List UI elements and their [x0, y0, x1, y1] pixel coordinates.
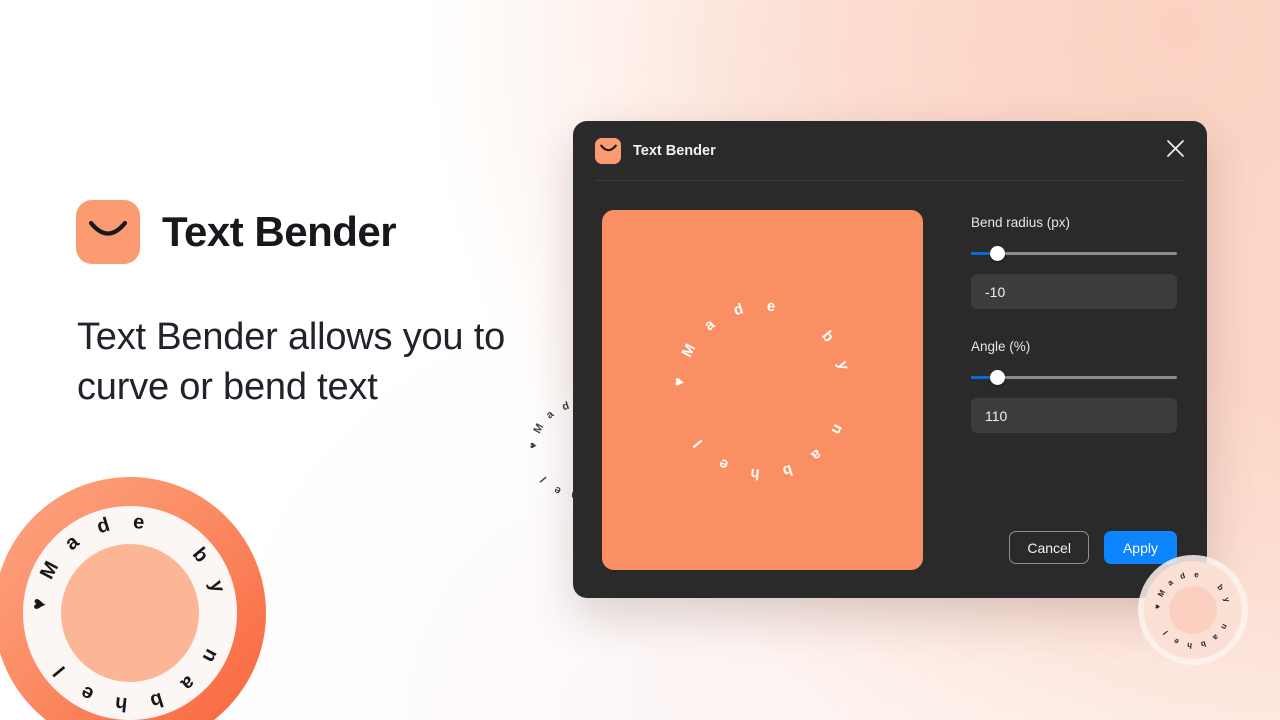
close-button[interactable]	[1159, 135, 1191, 167]
ring-letter: y	[833, 358, 853, 372]
close-icon	[1166, 139, 1185, 163]
apply-button[interactable]: Apply	[1103, 531, 1177, 564]
ring-letter: M	[1156, 588, 1168, 599]
app-logo	[76, 200, 140, 264]
ring-letter: b	[1215, 582, 1226, 593]
ring-letter: e	[1172, 636, 1181, 647]
bend-radius-input[interactable]: -10	[971, 274, 1177, 309]
ring-letter: l	[689, 436, 706, 451]
dialog-footer: Cancel Apply	[1009, 531, 1177, 564]
decorative-badge-small: Ma d e b y n a b h e l ♥	[1144, 561, 1242, 659]
ring-letter: l	[1161, 628, 1170, 637]
dialog-app-logo	[595, 137, 621, 164]
ring-letter: M	[677, 341, 699, 361]
ring-letter: b	[780, 460, 794, 480]
cancel-button[interactable]: Cancel	[1009, 531, 1089, 564]
angle-slider[interactable]	[971, 369, 1177, 385]
curved-text-preview: Ma d e b y n a b h e l ♥	[670, 297, 853, 483]
ring-letter: y	[1221, 596, 1232, 604]
ring-letter: ♥	[669, 376, 688, 388]
ring-letter: l	[538, 473, 550, 484]
text-bender-dialog: Text Bender Ma d e b y n a b h e l ♥ Bend radius (p…	[573, 121, 1207, 598]
dialog-title-group: Text Bender	[595, 137, 716, 164]
ring-letter: h	[114, 692, 129, 716]
ring-letter: e	[1193, 569, 1200, 580]
ring-letter: n	[1219, 622, 1230, 631]
angle-input[interactable]: 110	[971, 398, 1177, 433]
ring-letter: h	[749, 464, 760, 483]
ring-letter: M	[531, 421, 547, 436]
brand-lockup: Text Bender	[76, 200, 397, 264]
ring-letter: b	[817, 327, 837, 346]
promo-canvas: Text Bender Text Bender allows you to cu…	[0, 0, 1280, 720]
badge-large-core	[61, 544, 199, 682]
preview-canvas[interactable]: Ma d e b y n a b h e l ♥	[602, 210, 923, 570]
ring-letter: a	[807, 445, 825, 465]
slider-thumb[interactable]	[990, 246, 1006, 261]
ring-letter: e	[765, 297, 776, 316]
ring-letter: ♥	[1152, 603, 1163, 610]
tagline: Text Bender allows you to curve or bend …	[77, 316, 506, 409]
ring-letter: n	[827, 421, 847, 438]
ring-letter: a	[700, 315, 718, 335]
ring-letter: b	[1199, 638, 1208, 649]
ring-letter: ♥	[527, 441, 540, 450]
ring-letter: a	[1211, 632, 1221, 643]
ring-letter: ♥	[27, 597, 51, 612]
angle-label: Angle (%)	[971, 339, 1031, 354]
ring-letter: d	[731, 300, 745, 320]
smile-curve-icon	[599, 142, 617, 160]
dialog-title: Text Bender	[633, 142, 716, 159]
dialog-header: Text Bender	[573, 121, 1207, 180]
slider-thumb[interactable]	[990, 370, 1006, 385]
smile-curve-icon	[88, 220, 128, 244]
decorative-badge-large: Ma d e b y n a b h e l ♥	[0, 477, 266, 720]
ring-letter: e	[715, 454, 731, 474]
badge-small-core	[1169, 586, 1217, 634]
ring-letter: e	[132, 510, 146, 534]
bend-radius-label: Bend radius (px)	[971, 215, 1071, 230]
bend-radius-slider[interactable]	[971, 245, 1177, 261]
ring-letter: d	[1178, 571, 1187, 582]
ring-letter: d	[560, 399, 571, 414]
ring-letter: a	[1165, 577, 1175, 588]
ring-letter: h	[1186, 640, 1193, 651]
ring-letter: e	[552, 483, 564, 497]
ring-letter: a	[543, 408, 557, 422]
brand-name: Text Bender	[162, 208, 397, 255]
